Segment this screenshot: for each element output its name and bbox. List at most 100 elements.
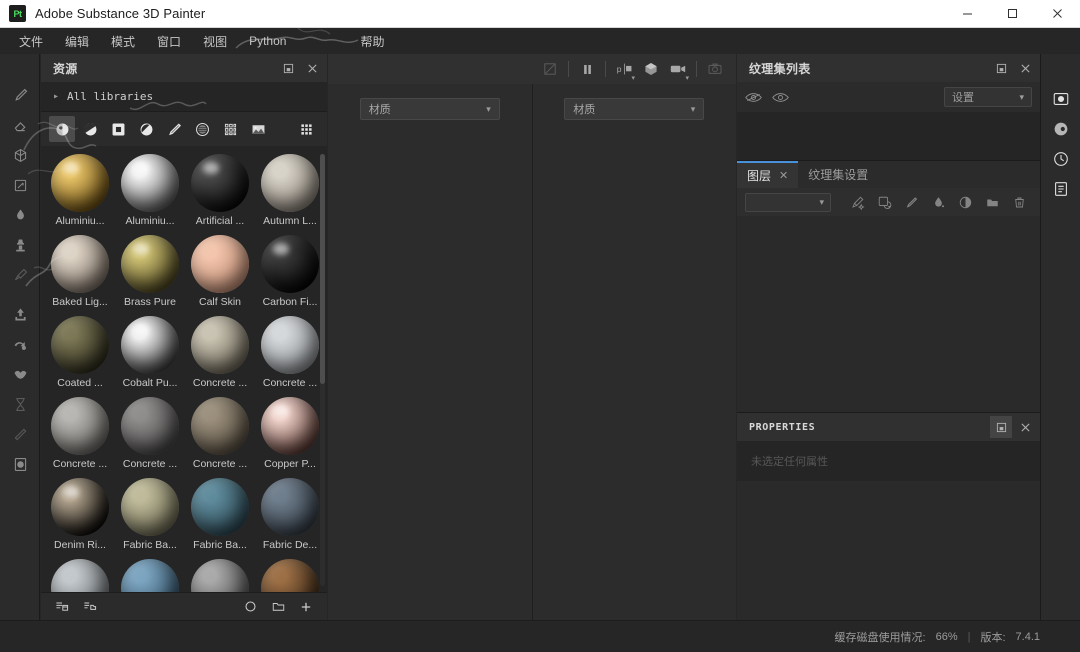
log-icon[interactable]	[1041, 174, 1080, 204]
add-paint-layer-icon[interactable]	[899, 191, 924, 213]
toggle-uv-icon[interactable]	[537, 57, 563, 81]
screenshot-icon[interactable]	[702, 57, 728, 81]
import-resources-icon[interactable]	[51, 596, 73, 618]
grid-view-icon[interactable]	[293, 116, 319, 142]
add-folder-icon[interactable]	[980, 191, 1005, 213]
material-cell[interactable]	[119, 559, 181, 592]
close-tab-icon[interactable]: ✕	[779, 169, 788, 182]
split-2d-3d-view-icon[interactable]: p ▾	[611, 57, 637, 81]
paint-brush-tool[interactable]	[0, 80, 40, 110]
eraser-tool[interactable]	[0, 110, 40, 140]
material-cell[interactable]	[189, 559, 251, 592]
maximize-panel-icon[interactable]	[277, 57, 299, 79]
material-cell[interactable]	[49, 559, 111, 592]
assets-scrollbar[interactable]	[320, 154, 325, 384]
measure-tool[interactable]	[0, 419, 40, 449]
filter-brushes-icon[interactable]	[161, 116, 187, 142]
shader-settings-icon[interactable]	[1041, 114, 1080, 144]
material-cell[interactable]: Aluminiu...	[119, 154, 181, 227]
material-cell[interactable]: Concrete ...	[259, 316, 321, 389]
viewport-pane-right[interactable]: 材质 ▾	[532, 84, 737, 620]
menu-help[interactable]: 帮助	[349, 29, 395, 54]
material-cell[interactable]: Carbon Fi...	[259, 235, 321, 308]
close-panel-icon[interactable]	[1014, 57, 1036, 79]
geometry-mask-tool[interactable]	[0, 359, 40, 389]
filter-smart-masks-icon[interactable]	[133, 116, 159, 142]
add-fill-layer-icon[interactable]	[872, 191, 897, 213]
menu-window[interactable]: 窗口	[146, 29, 192, 54]
new-collection-icon[interactable]	[79, 596, 101, 618]
layers-list[interactable]	[737, 216, 1040, 413]
export-textures-tool[interactable]	[0, 299, 40, 329]
tab-layers[interactable]: 图层 ✕	[737, 161, 798, 188]
maximize-icon[interactable]	[990, 0, 1035, 28]
refresh-icon[interactable]	[239, 596, 261, 618]
material-cell[interactable]: Concrete ...	[189, 397, 251, 470]
open-folder-icon[interactable]	[267, 596, 289, 618]
history-icon[interactable]	[1041, 144, 1080, 174]
polygon-fill-tool[interactable]	[0, 170, 40, 200]
material-cell[interactable]: Denim Ri...	[49, 478, 111, 551]
visibility-all-icon[interactable]	[745, 91, 762, 104]
menu-edit[interactable]: 编辑	[54, 29, 100, 54]
material-cell[interactable]	[259, 559, 321, 592]
filter-materials-icon[interactable]	[49, 116, 75, 142]
filter-alphas-icon[interactable]	[189, 116, 215, 142]
viewport-left-material-dropdown[interactable]: 材质 ▾	[360, 98, 500, 120]
material-cell[interactable]: Coated ...	[49, 316, 111, 389]
assets-grid-container[interactable]: Aluminiu...Aluminiu...Artificial ...Autu…	[41, 146, 327, 592]
add-mask-icon[interactable]	[926, 191, 951, 213]
eyedropper-tool[interactable]	[0, 260, 40, 290]
material-cell[interactable]: Brass Pure	[119, 235, 181, 308]
material-picker-tool[interactable]	[0, 449, 40, 479]
material-cell[interactable]: Fabric De...	[259, 478, 321, 551]
visibility-single-icon[interactable]	[772, 91, 789, 104]
material-cell[interactable]: Calf Skin	[189, 235, 251, 308]
filter-smart-materials-icon[interactable]	[77, 116, 103, 142]
material-cell[interactable]: Baked Lig...	[49, 235, 111, 308]
clone-stamp-tool[interactable]	[0, 230, 40, 260]
material-cell[interactable]: Concrete ...	[119, 397, 181, 470]
material-cell[interactable]: Fabric Ba...	[189, 478, 251, 551]
texture-set-settings-dropdown[interactable]: 设置 ▾	[944, 87, 1032, 107]
material-cell[interactable]: Concrete ...	[49, 397, 111, 470]
layer-channel-dropdown[interactable]: ▾	[745, 193, 831, 212]
delete-layer-icon[interactable]	[1007, 191, 1032, 213]
viewport-pane-left[interactable]: 材质 ▾	[328, 84, 532, 620]
add-effect-icon[interactable]	[845, 191, 870, 213]
close-panel-icon[interactable]	[1014, 416, 1036, 438]
add-smart-material-icon[interactable]	[953, 191, 978, 213]
material-cell[interactable]: Copper P...	[259, 397, 321, 470]
pause-engine-icon[interactable]	[574, 57, 600, 81]
menu-view[interactable]: 视图	[192, 29, 238, 54]
close-panel-icon[interactable]	[301, 57, 323, 79]
viewport-right-material-dropdown[interactable]: 材质 ▾	[564, 98, 704, 120]
material-cell[interactable]: Cobalt Pu...	[119, 316, 181, 389]
tab-texture-set-settings[interactable]: 纹理集设置	[798, 161, 878, 188]
close-icon[interactable]	[1035, 0, 1080, 28]
smudge-tool[interactable]	[0, 200, 40, 230]
maximize-panel-icon[interactable]	[990, 57, 1012, 79]
filter-textures-icon[interactable]	[217, 116, 243, 142]
maximize-panel-icon[interactable]	[990, 416, 1012, 438]
material-cell[interactable]: Artificial ...	[189, 154, 251, 227]
projection-tool[interactable]	[0, 140, 40, 170]
assets-library-selector[interactable]: ▸ All libraries	[41, 82, 327, 112]
hourglass-tool[interactable]	[0, 389, 40, 419]
material-cell[interactable]: Fabric Ba...	[119, 478, 181, 551]
filter-environments-icon[interactable]	[245, 116, 271, 142]
minimize-icon[interactable]	[945, 0, 990, 28]
material-cell[interactable]: Autumn L...	[259, 154, 321, 227]
menu-mode[interactable]: 模式	[100, 29, 146, 54]
material-cell[interactable]: Concrete ...	[189, 316, 251, 389]
camera-view-icon[interactable]: ▾	[665, 57, 691, 81]
menu-python[interactable]: Python	[238, 30, 297, 52]
material-cell[interactable]: Aluminiu...	[49, 154, 111, 227]
texture-set-list-body[interactable]	[737, 112, 1040, 160]
3d-view-icon[interactable]	[638, 57, 664, 81]
add-icon[interactable]	[295, 596, 317, 618]
filter-masks-icon[interactable]	[105, 116, 131, 142]
bakers-tool[interactable]	[0, 329, 40, 359]
menu-file[interactable]: 文件	[8, 29, 54, 54]
display-settings-icon[interactable]	[1041, 84, 1080, 114]
